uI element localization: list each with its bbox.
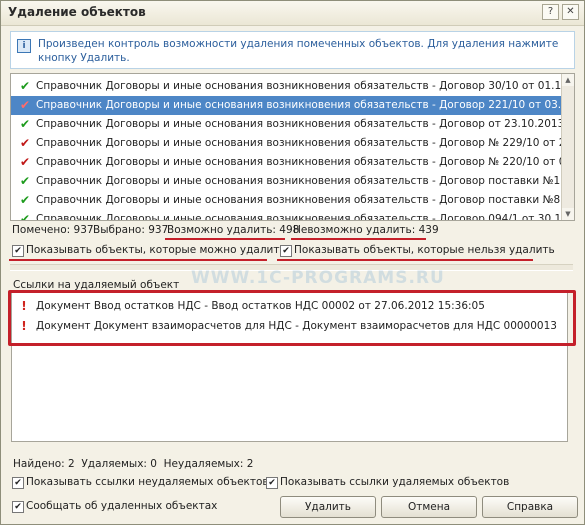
scroll-up-icon[interactable]: ▲ bbox=[562, 74, 574, 86]
deletable-check-icon: ✔ bbox=[19, 117, 31, 131]
non-deletable-check-icon: ✔ bbox=[19, 155, 31, 169]
annotation-underline bbox=[277, 259, 533, 261]
deletable-check-icon: ✔ bbox=[19, 193, 31, 207]
cancel-button[interactable]: Отмена bbox=[381, 496, 477, 518]
found-count: Найдено: 2 bbox=[13, 458, 75, 470]
show-deletable-label[interactable]: Показывать объекты, которые можно удалит… bbox=[26, 244, 286, 256]
list-item[interactable]: ✔ Справочник Договоры и иные основания во… bbox=[11, 134, 562, 153]
report-deleted-checkbox[interactable]: ✔ bbox=[12, 501, 24, 513]
deletable-check-icon: ✔ bbox=[19, 79, 31, 93]
show-non-deletable-checkbox[interactable]: ✔ bbox=[280, 245, 292, 257]
list-item-text: Справочник Договоры и иные основания воз… bbox=[36, 118, 562, 130]
list-item-text: Справочник Договоры и иные основания воз… bbox=[36, 194, 562, 206]
deletable-check-icon: ✔ bbox=[19, 212, 31, 221]
title-bar: Удаление объектов ? ✕ bbox=[1, 1, 584, 26]
annotation-underline bbox=[291, 238, 426, 240]
show-deletable-checkbox[interactable]: ✔ bbox=[12, 245, 24, 257]
vertical-scrollbar[interactable]: ▲ ▼ bbox=[561, 74, 574, 220]
list-item-text: Справочник Договоры и иные основания воз… bbox=[36, 80, 562, 92]
help-button[interactable]: Справка bbox=[482, 496, 578, 518]
non-deletable-check-icon: ✔ bbox=[19, 136, 31, 150]
info-text: Произведен контроль возможности удаления… bbox=[38, 38, 559, 64]
stat-selected: Выбрано: 937 bbox=[93, 224, 169, 236]
window-title: Удаление объектов bbox=[8, 5, 146, 19]
list-item[interactable]: ✔ Справочник Договоры и иные основания во… bbox=[11, 172, 562, 191]
report-deleted-label[interactable]: Сообщать об удаленных объектах bbox=[26, 500, 217, 512]
annotation-underline bbox=[165, 238, 285, 240]
help-title-button[interactable]: ? bbox=[542, 4, 559, 20]
list-item-text: Справочник Договоры и иные основания воз… bbox=[36, 99, 562, 111]
list-item[interactable]: ✔ Справочник Договоры и иные основания во… bbox=[11, 153, 562, 172]
list-item[interactable]: ✔ Справочник Договоры и иные основания во… bbox=[11, 96, 562, 115]
watermark: WWW.1C-PROGRAMS.RU bbox=[191, 268, 445, 288]
non-deletable-count: Неудаляемых: 2 bbox=[163, 458, 254, 470]
show-refs-non-deletable-checkbox[interactable]: ✔ bbox=[12, 477, 24, 489]
list-item[interactable]: ✔ Справочник Договоры и иные основания во… bbox=[11, 210, 562, 221]
list-item[interactable]: ✔ Справочник Договоры и иные основания во… bbox=[11, 115, 562, 134]
list-item-text: Справочник Договоры и иные основания воз… bbox=[36, 137, 562, 149]
delete-button[interactable]: Удалить bbox=[280, 496, 376, 518]
delete-objects-window: Удаление объектов ? ✕ i Произведен контр… bbox=[0, 0, 585, 525]
stat-cannot-delete: Невозможно удалить: 439 bbox=[293, 224, 439, 236]
list-item-text: Справочник Договоры и иные основания воз… bbox=[36, 175, 562, 187]
stat-can-delete: Возможно удалить: 498 bbox=[167, 224, 300, 236]
non-deletable-check-icon: ✔ bbox=[19, 98, 31, 112]
show-non-deletable-label[interactable]: Показывать объекты, которые нельзя удали… bbox=[294, 244, 555, 256]
info-panel: i Произведен контроль возможности удален… bbox=[10, 31, 575, 69]
scroll-down-icon[interactable]: ▼ bbox=[562, 208, 574, 220]
close-button[interactable]: ✕ bbox=[562, 4, 579, 20]
info-icon: i bbox=[17, 39, 31, 53]
found-summary: Найдено: 2 Удаляемых: 0 Неудаляемых: 2 bbox=[13, 458, 253, 470]
list-item[interactable]: ✔ Справочник Договоры и иные основания во… bbox=[11, 77, 562, 96]
list-item[interactable]: ✔ Справочник Договоры и иные основания во… bbox=[11, 191, 562, 210]
stat-marked: Помечено: 937 bbox=[12, 224, 94, 236]
deletable-count: Удаляемых: 0 bbox=[81, 458, 157, 470]
list-item-text: Справочник Договоры и иные основания воз… bbox=[36, 156, 562, 168]
deletable-check-icon: ✔ bbox=[19, 174, 31, 188]
show-refs-non-deletable-label[interactable]: Показывать ссылки неудаляемых объектов bbox=[26, 476, 269, 488]
objects-list[interactable]: ✔ Справочник Договоры и иные основания во… bbox=[10, 73, 575, 221]
annotation-underline bbox=[9, 259, 267, 261]
list-item-text: Справочник Договоры и иные основания воз… bbox=[36, 213, 562, 221]
show-refs-deletable-checkbox[interactable]: ✔ bbox=[266, 477, 278, 489]
show-refs-deletable-label[interactable]: Показывать ссылки удаляемых объектов bbox=[280, 476, 509, 488]
annotation-frame bbox=[8, 290, 576, 346]
